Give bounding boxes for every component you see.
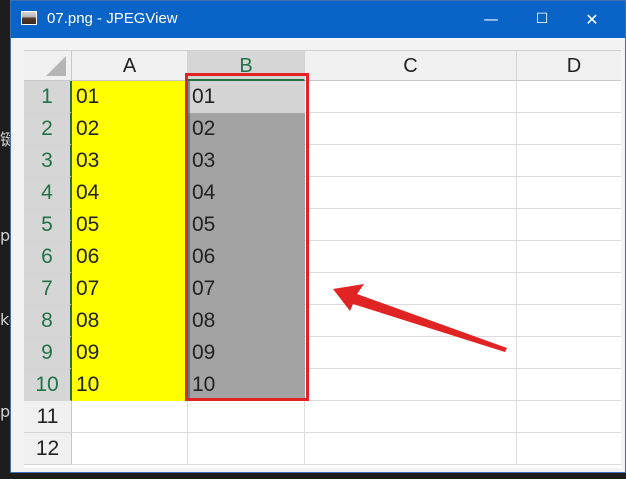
cell-b5: 05 xyxy=(188,209,305,241)
close-button[interactable]: ✕ xyxy=(569,1,615,38)
cell-d3 xyxy=(517,145,621,177)
cell-d6 xyxy=(517,241,621,273)
cell-c5 xyxy=(305,209,517,241)
corner-triangle-icon xyxy=(46,56,66,76)
cell-a12 xyxy=(72,433,188,465)
column-header-a: A xyxy=(72,51,188,81)
cell-c1 xyxy=(305,81,517,113)
cell-c11 xyxy=(305,401,517,433)
row-header-10: 10 xyxy=(24,369,72,401)
title-bar[interactable]: 07.png - JPEGView — ☐ ✕ xyxy=(11,1,625,38)
minimize-button[interactable]: — xyxy=(468,1,514,38)
cell-d9 xyxy=(517,337,621,369)
cell-b6: 06 xyxy=(188,241,305,273)
cell-d2 xyxy=(517,113,621,145)
window-title: 07.png - JPEGView xyxy=(47,10,178,27)
cell-c7 xyxy=(305,273,517,305)
cell-b4: 04 xyxy=(188,177,305,209)
row-header-8: 8 xyxy=(24,305,72,337)
row-header-12: 12 xyxy=(24,433,72,465)
cell-d10 xyxy=(517,369,621,401)
cell-c12 xyxy=(305,433,517,465)
row-header-1: 1 xyxy=(24,81,72,113)
cell-a8: 08 xyxy=(72,305,188,337)
cell-c3 xyxy=(305,145,517,177)
cell-a4: 04 xyxy=(72,177,188,209)
row-header-7: 7 xyxy=(24,273,72,305)
cell-b8: 08 xyxy=(188,305,305,337)
row-header-4: 4 xyxy=(24,177,72,209)
row-header-6: 6 xyxy=(24,241,72,273)
cell-a2: 02 xyxy=(72,113,188,145)
cell-d5 xyxy=(517,209,621,241)
cell-b12 xyxy=(188,433,305,465)
image-icon xyxy=(21,11,37,25)
cell-d7 xyxy=(517,273,621,305)
select-all-corner xyxy=(24,51,72,81)
row-header-5: 5 xyxy=(24,209,72,241)
cell-d11 xyxy=(517,401,621,433)
cell-b10: 10 xyxy=(188,369,305,401)
cell-c8 xyxy=(305,305,517,337)
cell-c6 xyxy=(305,241,517,273)
cell-c10 xyxy=(305,369,517,401)
cell-a11 xyxy=(72,401,188,433)
cell-b1: 01 xyxy=(188,81,305,113)
maximize-button[interactable]: ☐ xyxy=(519,1,565,38)
column-header-d: D xyxy=(517,51,621,81)
cell-b2: 02 xyxy=(188,113,305,145)
spreadsheet-image: A B C D 1 01 01 2 02 02 3 03 03 4 04 04 5 05 05 6 06 06 7 0… xyxy=(24,50,621,468)
row-header-3: 3 xyxy=(24,145,72,177)
cell-b9: 09 xyxy=(188,337,305,369)
cell-a9: 09 xyxy=(72,337,188,369)
cell-d12 xyxy=(517,433,621,465)
row-header-11: 11 xyxy=(24,401,72,433)
cell-a5: 05 xyxy=(72,209,188,241)
cell-b11 xyxy=(188,401,305,433)
cell-d4 xyxy=(517,177,621,209)
cell-a3: 03 xyxy=(72,145,188,177)
cell-a1: 01 xyxy=(72,81,188,113)
column-header-b: B xyxy=(188,51,305,81)
cell-d8 xyxy=(517,305,621,337)
cell-c2 xyxy=(305,113,517,145)
cell-a10: 10 xyxy=(72,369,188,401)
row-header-9: 9 xyxy=(24,337,72,369)
cell-a6: 06 xyxy=(72,241,188,273)
cell-b7: 07 xyxy=(188,273,305,305)
cell-c9 xyxy=(305,337,517,369)
column-header-c: C xyxy=(305,51,517,81)
cell-c4 xyxy=(305,177,517,209)
cell-d1 xyxy=(517,81,621,113)
cell-b3: 03 xyxy=(188,145,305,177)
row-header-2: 2 xyxy=(24,113,72,145)
image-viewer-window: 07.png - JPEGView — ☐ ✕ A B C D 1 01 01 2 02… xyxy=(10,0,626,473)
cell-a7: 07 xyxy=(72,273,188,305)
